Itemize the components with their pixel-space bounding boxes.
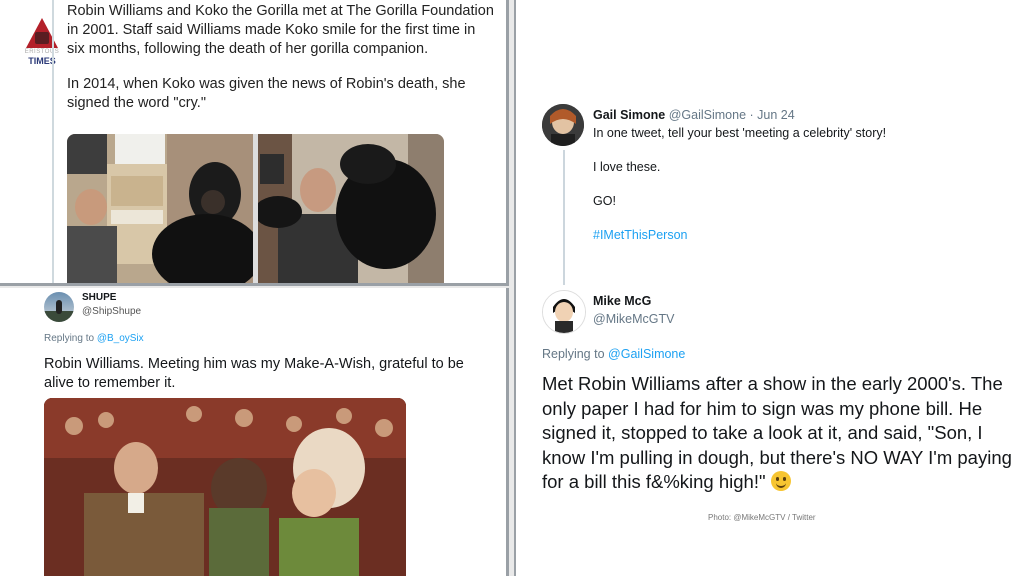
photo-robin-koko-left[interactable] <box>67 134 254 283</box>
koko-paragraph-1: Robin Williams and Koko the Gorilla met … <box>67 3 494 57</box>
site-logo[interactable]: ERISTOUS TIMES <box>22 18 62 70</box>
gail-line-2: I love these. <box>593 160 661 174</box>
photo-credit: Photo: @MikeMcGTV / Twitter <box>708 513 816 522</box>
gail-header: Gail Simone @GailSimone · Jun 24 <box>593 108 795 122</box>
gail-line-3: GO! <box>593 194 616 208</box>
shupe-tweet-text: Robin Williams. Meeting him was my Make-… <box>44 356 464 391</box>
mike-name[interactable]: Mike McG <box>593 294 651 308</box>
smiling-face-icon <box>770 471 791 491</box>
mike-tweet-text: Met Robin Williams after a show in the e… <box>542 372 1020 495</box>
replying-prefix: Replying to <box>44 333 95 344</box>
koko-paragraph-2: In 2014, when Koko was given the news of… <box>67 76 466 111</box>
replying-to-link[interactable]: @GailSimone <box>608 347 685 361</box>
replying-prefix: Replying to <box>542 347 605 361</box>
thread-line <box>563 150 565 285</box>
gail-name[interactable]: Gail Simone <box>593 108 665 122</box>
shupe-handle[interactable]: @ShipShupe <box>82 306 141 317</box>
koko-tweet-text: Robin Williams and Koko the Gorilla met … <box>67 2 497 129</box>
logo-mark <box>35 32 49 44</box>
mike-replying-to: Replying to @GailSimone <box>542 347 685 361</box>
koko-photos[interactable] <box>67 134 444 283</box>
shupe-photo[interactable] <box>44 398 406 576</box>
replying-to-link[interactable]: @B_oySix <box>97 333 144 344</box>
logo-subtitle: ERISTOUS <box>24 49 60 55</box>
shupe-avatar[interactable] <box>44 292 74 322</box>
gail-line-1: In one tweet, tell your best 'meeting a … <box>593 126 887 140</box>
logo-name: TIMES <box>28 56 56 66</box>
mike-avatar[interactable] <box>542 290 586 334</box>
thread-line <box>52 0 54 283</box>
gail-avatar[interactable] <box>542 104 584 146</box>
photo-robin-koko-right[interactable] <box>257 134 444 283</box>
mike-handle[interactable]: @MikeMcGTV <box>593 312 674 326</box>
shupe-name[interactable]: SHUPE <box>82 292 116 303</box>
shupe-replying-to: Replying to @B_oySix <box>44 333 144 344</box>
gail-handle-date[interactable]: @GailSimone · Jun 24 <box>669 108 795 122</box>
gail-hashtag[interactable]: #IMetThisPerson <box>593 228 687 242</box>
